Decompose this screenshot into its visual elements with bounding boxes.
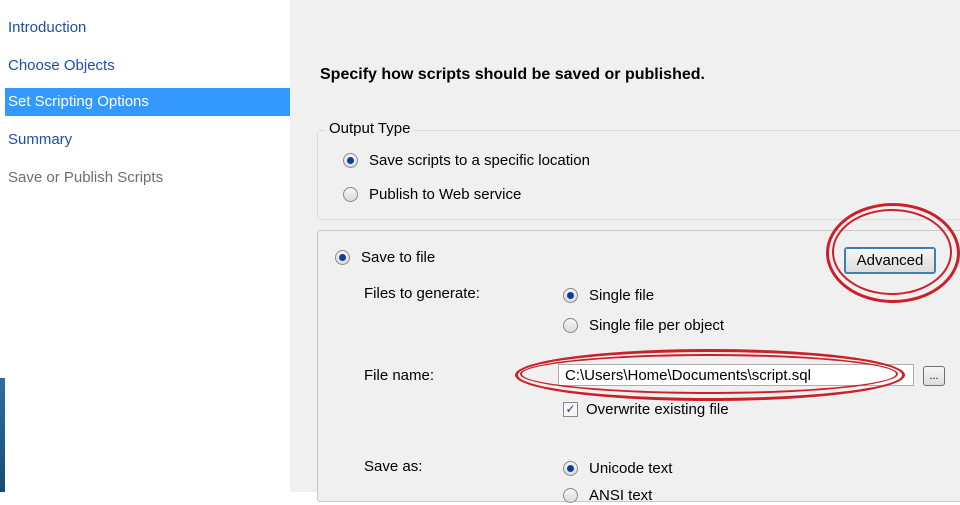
file-name-input[interactable] <box>558 364 914 386</box>
radio-button-checked[interactable] <box>343 152 358 168</box>
page-title: Specify how scripts should be saved or p… <box>320 66 705 83</box>
radio-unicode-text[interactable]: Unicode text <box>563 458 672 478</box>
save-to-file-group: Save to file Advanced Files to generate:… <box>317 230 960 505</box>
radio-label: Single file <box>589 286 655 304</box>
radio-button-checked[interactable] <box>335 249 350 265</box>
sidebar-item-introduction[interactable]: Introduction <box>5 14 290 42</box>
checkbox-label: Overwrite existing file <box>586 400 729 418</box>
output-type-legend: Output Type <box>326 120 414 137</box>
radio-button-checked[interactable] <box>563 460 578 476</box>
files-to-generate-label: Files to generate: <box>364 285 480 302</box>
main-panel: Specify how scripts should be saved or p… <box>290 0 960 504</box>
radio-button[interactable] <box>563 487 578 503</box>
radio-save-to-location[interactable]: Save scripts to a specific location <box>343 150 590 170</box>
radio-single-file-per-object[interactable]: Single file per object <box>563 315 724 335</box>
radio-button[interactable] <box>563 317 578 333</box>
overwrite-existing-checkbox[interactable]: ✓ Overwrite existing file <box>563 399 729 419</box>
checkbox-checked[interactable]: ✓ <box>563 401 578 417</box>
radio-label: Save to file <box>361 248 436 266</box>
advanced-button[interactable]: Advanced <box>844 247 936 274</box>
sidebar-item-save-or-publish: Save or Publish Scripts <box>8 169 164 186</box>
output-type-group: Output Type Save scripts to a specific l… <box>317 120 960 220</box>
radio-label: ANSI text <box>589 486 653 504</box>
sidebar-item-set-scripting-options[interactable]: Set Scripting Options <box>5 88 290 116</box>
radio-button[interactable] <box>343 186 358 202</box>
radio-save-to-file[interactable]: Save to file <box>335 247 435 267</box>
sidebar-item-choose-objects[interactable]: Choose Objects <box>5 52 290 80</box>
radio-label: Unicode text <box>589 459 673 477</box>
radio-single-file[interactable]: Single file <box>563 285 654 305</box>
sidebar-item-summary[interactable]: Summary <box>5 126 290 154</box>
file-name-label: File name: <box>364 367 435 384</box>
radio-label: Save scripts to a specific location <box>369 151 590 169</box>
save-as-label: Save as: <box>364 458 423 475</box>
radio-publish-web-service[interactable]: Publish to Web service <box>343 184 521 204</box>
browse-button[interactable]: ... <box>923 366 945 386</box>
wizard-sidebar: Introduction Choose Objects Set Scriptin… <box>5 0 291 492</box>
radio-ansi-text[interactable]: ANSI text <box>563 485 652 505</box>
radio-label: Publish to Web service <box>369 185 522 203</box>
radio-button-checked[interactable] <box>563 287 578 303</box>
radio-label: Single file per object <box>589 316 725 334</box>
